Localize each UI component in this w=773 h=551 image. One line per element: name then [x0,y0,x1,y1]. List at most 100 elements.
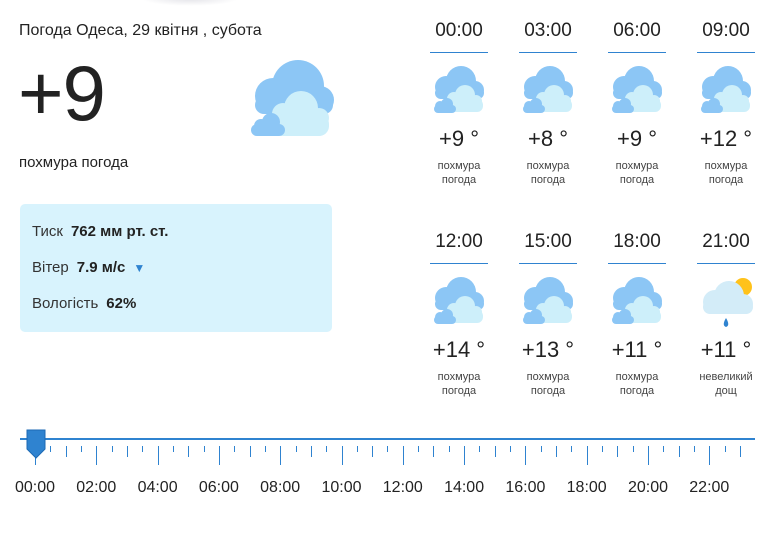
timeline-label[interactable]: 08:00 [250,479,310,497]
hour-forecast[interactable]: 09:00 +12 ° похмура погода [696,20,756,187]
timeline-tick [679,446,680,457]
cloudy-icon [523,277,573,324]
timeline-track[interactable] [20,438,755,440]
hour-description: похмура погода [607,159,667,187]
hour-forecast[interactable]: 03:00 +8 ° похмура погода [518,20,578,187]
timeline-tick [158,446,159,465]
current-summary: похмура погода [19,154,129,171]
hour-divider [608,52,666,53]
timeline-label[interactable]: 18:00 [557,479,617,497]
hour-divider [608,263,666,264]
hour-description-line2: дощ [715,385,737,397]
timeline-tick [112,446,113,452]
hour-divider [697,263,755,264]
hour-temperature: +8 ° [528,126,568,151]
hour-time: 12:00 [435,231,483,252]
hour-divider [697,52,755,53]
timeline-slider-handle[interactable] [25,429,47,459]
timeline-tick [234,446,235,452]
timeline-label[interactable]: 16:00 [495,479,555,497]
hour-forecast[interactable]: 21:00 +11 ° невеликий дощ [696,231,756,398]
timeline-tick [510,446,511,452]
hour-description: похмура погода [696,159,756,187]
timeline-label[interactable]: 20:00 [618,479,678,497]
hour-forecast[interactable]: 18:00 +11 ° похмура погода [607,231,667,398]
timeline-tick [372,446,373,457]
timeline-tick [142,446,143,452]
hour-description-line1: похмура [615,371,659,383]
timeline-tick [556,446,557,457]
hour-temperature: +9 ° [439,126,479,151]
hour-description-line2: погода [530,385,566,397]
timeline-tick [571,446,572,452]
hour-description-line1: похмура [615,160,659,172]
timeline-tick [357,446,358,452]
hour-description-line2: погода [708,174,744,186]
hour-description-line1: похмура [437,160,481,172]
timeline-label[interactable]: 02:00 [66,479,126,497]
hour-description-line1: невеликий [699,371,753,383]
timeline-tick [694,446,695,452]
hour-description-line1: похмура [704,160,748,172]
timeline-tick [403,446,404,465]
hour-temperature: +9 ° [617,126,657,151]
hour-time: 15:00 [524,231,572,252]
hour-divider [519,263,577,264]
timeline-label[interactable]: 04:00 [128,479,188,497]
timeline-tick [204,446,205,452]
timeline-label[interactable]: 22:00 [679,479,739,497]
timeline-tick [296,446,297,452]
timeline-tick [541,446,542,452]
timeline-label[interactable]: 14:00 [434,479,494,497]
hour-divider [430,263,488,264]
timeline-tick [66,446,67,457]
timeline-tick [250,446,251,457]
hour-forecast[interactable]: 12:00 +14 ° похмура погода [429,231,489,398]
pressure-label: Тиск [32,223,63,240]
humidity-value: 62% [106,295,137,312]
hour-description: похмура погода [607,370,667,398]
timeline-tick [449,446,450,452]
hour-description: похмура погода [518,370,578,398]
timeline-tick [188,446,189,457]
hour-description: невеликий дощ [696,370,756,398]
hour-time: 03:00 [524,20,572,41]
wind-direction-icon: ▼ [133,261,146,275]
timeline-tick [81,446,82,452]
timeline-label[interactable]: 10:00 [312,479,372,497]
hour-temperature: +12 ° [699,126,753,151]
hour-forecast[interactable]: 15:00 +13 ° похмура погода [518,231,578,398]
timeline-tick [342,446,343,465]
timeline-label[interactable]: 12:00 [373,479,433,497]
timeline-tick [127,446,128,457]
hour-forecast[interactable]: 06:00 +9 ° похмура погода [607,20,667,187]
cloudy-icon [434,277,484,324]
timeline-label[interactable]: 00:00 [5,479,65,497]
hour-temperature: +11 ° [611,337,663,362]
timeline-label[interactable]: 06:00 [189,479,249,497]
hour-divider [519,52,577,53]
pressure-row: Тиск 762 мм рт. ст. [32,223,168,240]
timeline-tick [418,446,419,452]
hour-time: 00:00 [435,20,483,41]
timeline-tick [709,446,710,465]
cloudy-icon [701,66,751,113]
wind-label: Вітер [32,259,69,276]
hour-time: 06:00 [613,20,661,41]
details-panel: Тиск 762 мм рт. ст. Вітер 7.9 м/с ▼ Вологіс… [20,204,332,332]
wind-row: Вітер 7.9 м/с ▼ [32,259,145,276]
cloudy-icon [612,66,662,113]
timeline-tick [495,446,496,457]
hour-description-line2: погода [441,385,477,397]
hour-forecast[interactable]: 00:00 +9 ° похмура погода [429,20,489,187]
timeline-tick [617,446,618,457]
hour-description-line2: погода [619,385,655,397]
hour-time: 09:00 [702,20,750,41]
timeline-tick [479,446,480,452]
hour-temperature: +13 ° [521,337,575,362]
hour-divider [430,52,488,53]
timeline-tick [648,446,649,465]
hour-description: похмура погода [429,159,489,187]
timeline-tick [725,446,726,452]
cloudy-icon [251,60,334,136]
